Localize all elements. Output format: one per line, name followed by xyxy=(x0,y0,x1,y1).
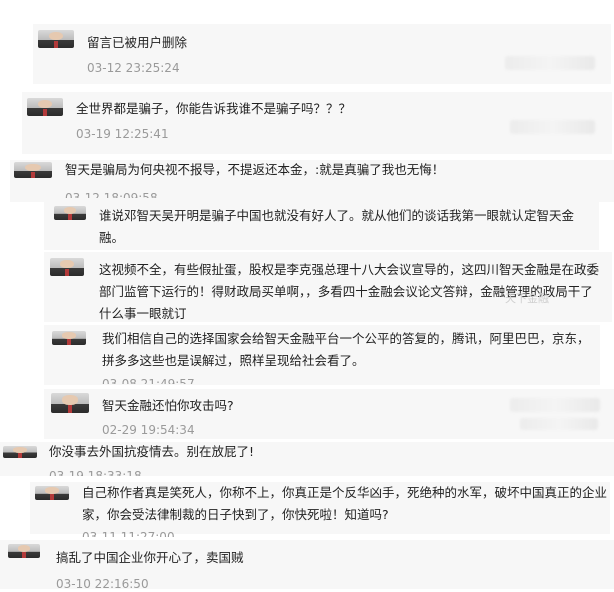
avatar xyxy=(35,486,69,500)
redacted-name xyxy=(510,398,600,412)
avatar xyxy=(3,446,37,458)
comment-text: 智天是骗局为何央视不报导，不提返还本金，:就是真骗了我也无悔！ xyxy=(65,162,445,177)
comment-time: 03-19 12:25:41 xyxy=(76,127,169,141)
comment-text: 智天金融还怕你攻击吗? xyxy=(102,398,234,413)
comment-time: 03-10 22:16:50 xyxy=(56,577,149,591)
avatar xyxy=(50,258,84,276)
redacted-name xyxy=(510,120,595,134)
comment-time: 03-12 23:25:24 xyxy=(87,61,180,75)
comment-text: 搞乱了中国企业你开心了，卖国贼 xyxy=(56,550,244,565)
avatar xyxy=(14,162,52,178)
avatar xyxy=(27,98,63,116)
comment-text: 我们相信自己的选择国家会给智天金融平台一个公平的答复的，腾讯，阿里巴巴，京东，拼… xyxy=(102,331,590,368)
comment-text: 你没事去外国抗疫情去。别在放屁了! xyxy=(49,444,255,459)
avatar xyxy=(52,331,86,345)
watermark-text: 天下金融 xyxy=(505,292,549,305)
avatar xyxy=(8,544,40,558)
comment-time: 03-19 18:33:18 xyxy=(49,469,142,476)
comment-time: 02-29 19:54:34 xyxy=(102,423,195,437)
comment-time: 03-11 11:27:00 xyxy=(82,530,175,537)
comment-text: 全世界都是骗子，你能告诉我谁不是骗子吗？？？ xyxy=(76,101,352,116)
redacted-name xyxy=(505,56,595,70)
comment-text: 自己称作者真是笑死人，你称不上，你真正是个反华凶手，死绝种的水军，破坏中国真正的… xyxy=(82,485,608,522)
avatar xyxy=(54,206,86,220)
redacted-name xyxy=(520,418,598,430)
comment-time: 03-12 18:09:58 xyxy=(65,191,158,198)
avatar xyxy=(38,30,74,48)
comment-text: 谁说邓智天吴开明是骗子中国也就没有好人了。就从他们的谈话我第一眼就认定智天金融。 xyxy=(99,208,575,245)
comment-time: 03-08 21:49:57 xyxy=(102,377,195,384)
avatar xyxy=(51,393,89,413)
comment-text: 留言已被用户删除 xyxy=(87,35,188,50)
